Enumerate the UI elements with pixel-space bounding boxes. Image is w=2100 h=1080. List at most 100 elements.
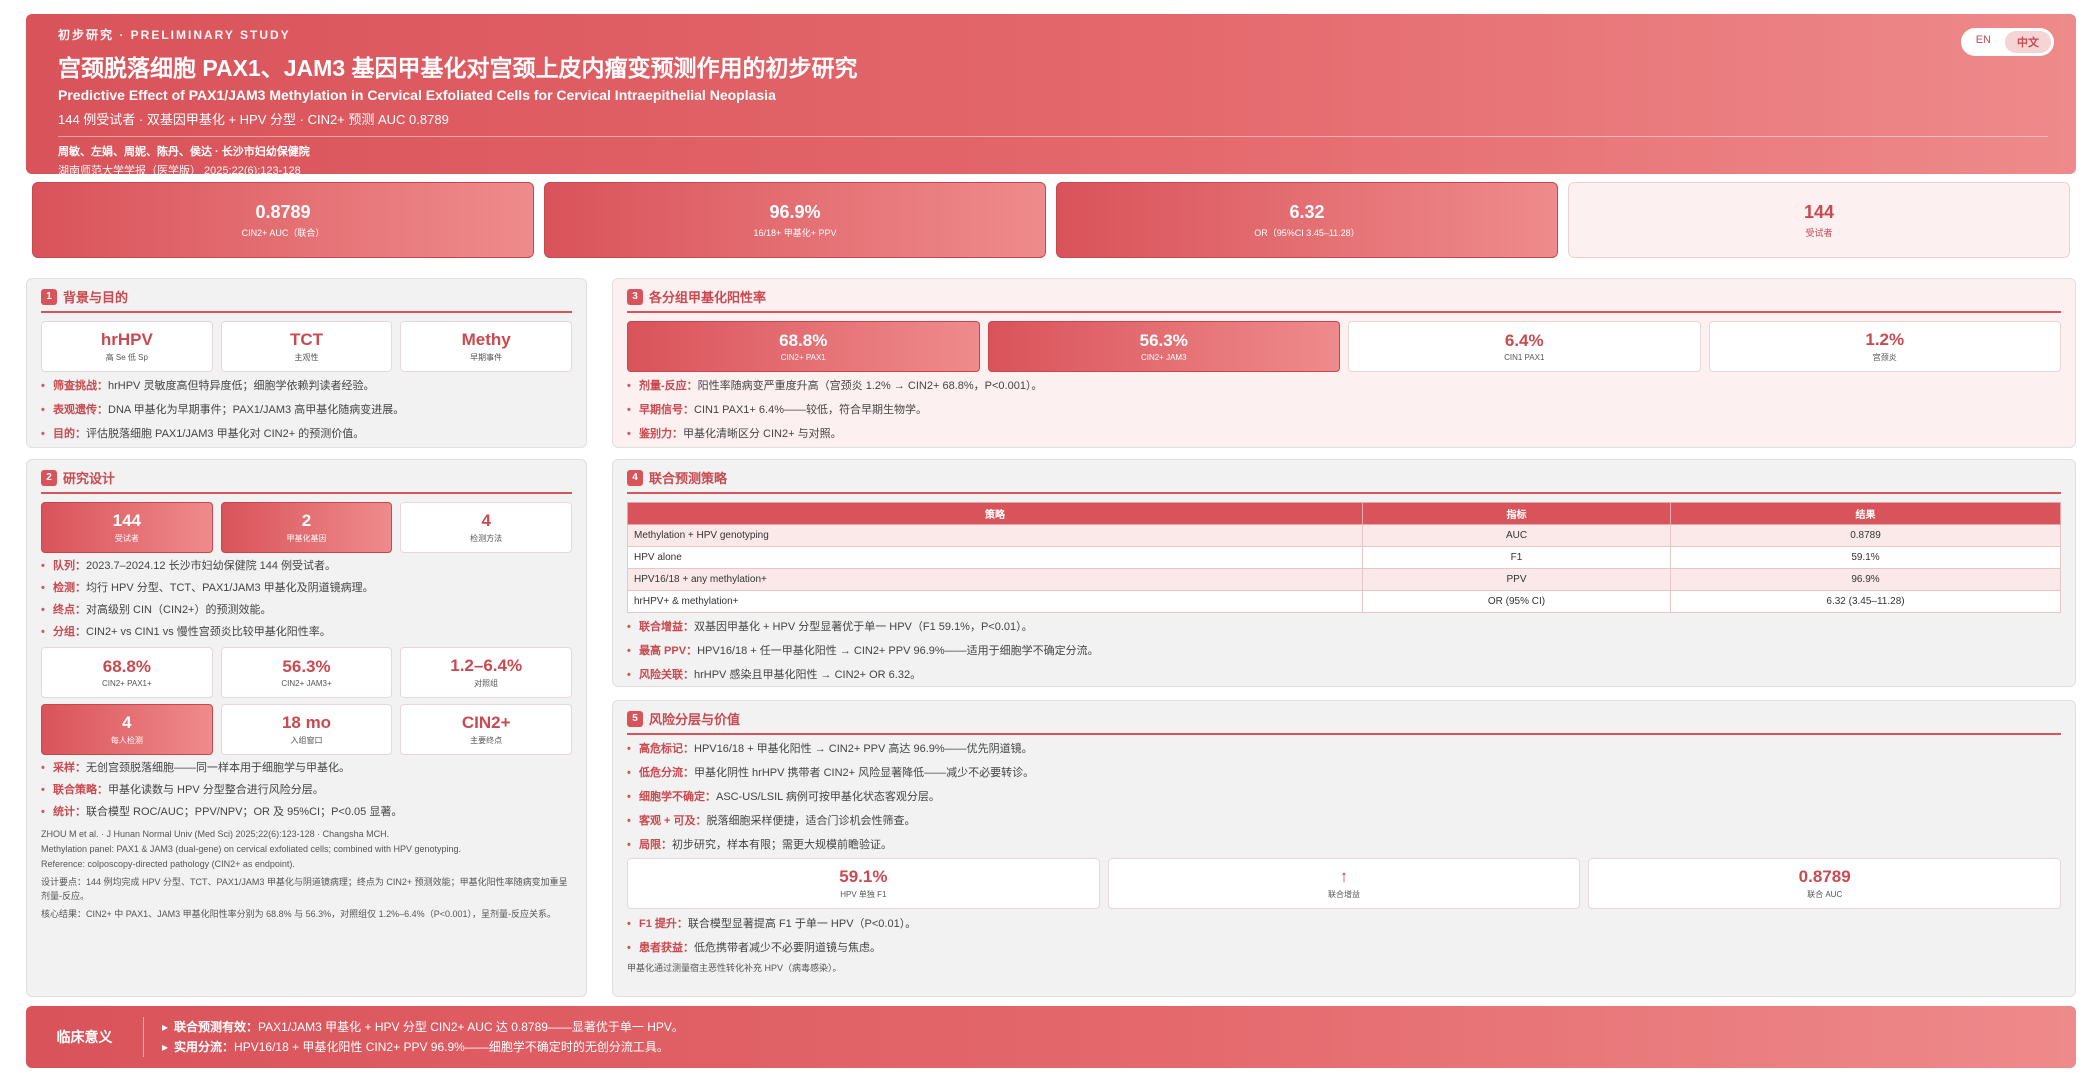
bullet-text: HPV16/18 + 任一甲基化阳性 → CIN2+ PPV 96.9%——适用… — [697, 645, 1099, 657]
language-toggle[interactable]: EN 中文 — [1960, 28, 2054, 56]
table-cell: PPV — [1362, 568, 1671, 591]
section-title: 4 联合预测策略 — [627, 468, 2061, 494]
table-cell: 0.8789 — [1670, 524, 2061, 547]
card-label: CIN2+ PAX1 — [780, 353, 826, 362]
section-title: 5 风险分层与价值 — [627, 709, 2061, 735]
stat-card: 144 受试者 — [41, 502, 213, 553]
bullet-item: 高危标记：HPV16/18 + 甲基化阳性 → CIN2+ PPV 高达 96.… — [627, 742, 2061, 756]
kpi-row: 0.8789 CIN2+ AUC（联合） 96.9% 16/18+ 甲基化+ P… — [32, 182, 2070, 258]
bullet-key: 表观遗传： — [53, 404, 108, 416]
bullet-key: 患者获益： — [639, 942, 694, 954]
table-cell: HPV16/18 + any methylation+ — [627, 568, 1363, 591]
column-header: 结果 — [1670, 502, 2061, 525]
stat-card: 68.8% CIN2+ PAX1 — [627, 321, 980, 372]
card-value: 1.2–6.4% — [450, 656, 523, 675]
banner-key: 联合预测有效： — [174, 1020, 259, 1034]
reference-line: ZHOU M et al. · J Hunan Normal Univ (Med… — [41, 829, 390, 839]
bullet-item: 筛查挑战：hrHPV 灵敏度高但特异度低；细胞学依赖判读者经验。 — [41, 379, 572, 393]
table-row: Methylation + HPV genotyping AUC 0.8789 — [627, 524, 2061, 547]
bullet-key: 检测： — [53, 582, 86, 594]
card-row: 68.8% CIN2+ PAX1+ 56.3% CIN2+ JAM3+ 1.2–6.… — [41, 647, 573, 698]
bullet-key: 客观 + 可及： — [639, 815, 707, 827]
bullet-list: 队列：2023.7–2024.12 长沙市妇幼保健院 144 例受试者。 检测：… — [41, 559, 572, 639]
stat-card: Methy 早期事件 — [400, 321, 573, 372]
card-value: 59.1% — [839, 867, 888, 886]
bullet-item: 联合增益：双基因甲基化 + HPV 分型显著优于单一 HPV（F1 59.1%，… — [627, 620, 2061, 634]
bullet-text: 评估脱落细胞 PAX1/JAM3 甲基化对 CIN2+ 的预测价值。 — [86, 428, 365, 440]
bullet-text: 2023.7–2024.12 长沙市妇幼保健院 144 例受试者。 — [86, 560, 337, 572]
authors: 周敏、左娟、周妮、陈丹、侯达 · 长沙市妇幼保健院 — [58, 146, 310, 158]
stat-card: ↑ 联合增益 — [1107, 858, 1581, 909]
banner-item: 联合预测有效：PAX1/JAM3 甲基化 + HPV 分型 CIN2+ AUC … — [162, 1017, 684, 1037]
kpi-card: 144 受试者 — [1568, 182, 2070, 258]
banner-key: 实用分流： — [174, 1040, 235, 1054]
bullet-item: 细胞学不确定：ASC-US/LSIL 病例可按甲基化状态客观分层。 — [627, 790, 2061, 804]
kpi-value: 0.8789 — [255, 201, 311, 222]
bullet-item: 表观遗传：DNA 甲基化为早期事件；PAX1/JAM3 高甲基化随病变进展。 — [41, 403, 572, 417]
card-label: 宫颈炎 — [1872, 353, 1897, 362]
kpi-label: OR（95%CI 3.45–11.28） — [1254, 227, 1360, 238]
bullet-item: 队列：2023.7–2024.12 长沙市妇幼保健院 144 例受试者。 — [41, 559, 572, 573]
kpi-value: 6.32 — [1289, 201, 1325, 222]
table-cell: AUC — [1362, 524, 1671, 547]
bullet-text: 甲基化清晰区分 CIN2+ 与对照。 — [683, 428, 842, 440]
section-background: 1 背景与目的 hrHPV 高 Se 低 Sp TCT 主观性 Methy 早期事件 … — [26, 278, 587, 448]
stat-card: 56.3% CIN2+ JAM3+ — [220, 647, 393, 698]
card-label: 联合 AUC — [1807, 890, 1843, 899]
section-title: 3 各分组甲基化阳性率 — [627, 287, 2061, 313]
section-note: 甲基化通过测量宿主恶性转化补充 HPV（病毒感染）。 — [627, 963, 842, 973]
card-label: 联合增益 — [1328, 890, 1360, 899]
card-value: 68.8% — [102, 657, 151, 676]
poster-header: 初步研究 · PRELIMINARY STUDY 宫颈脱落细胞 PAX1、JAM… — [26, 14, 2076, 177]
lang-en-button[interactable]: EN — [1964, 31, 2003, 53]
table-cell: F1 — [1362, 546, 1671, 569]
card-label: 甲基化基因 — [286, 534, 327, 543]
lang-zh-button[interactable]: 中文 — [2005, 31, 2051, 53]
bullet-key: 采样： — [53, 762, 86, 774]
table-cell: hrHPV+ & methylation+ — [627, 590, 1363, 613]
card-label: 对照组 — [474, 679, 499, 688]
bullet-item: 鉴别力：甲基化清晰区分 CIN2+ 与对照。 — [627, 427, 2061, 441]
bullet-key: 局限： — [639, 839, 672, 851]
kpi-value: 96.9% — [769, 201, 821, 222]
bullet-text: 阳性率随病变严重度升高（宫颈炎 1.2% → CIN2+ 68.8%，P<0.0… — [697, 380, 1043, 392]
bullet-item: 目的：评估脱落细胞 PAX1/JAM3 甲基化对 CIN2+ 的预测价值。 — [41, 427, 572, 441]
card-value: 144 — [112, 511, 142, 530]
bullet-text: 对高级别 CIN（CIN2+）的预测效能。 — [86, 604, 272, 616]
table-cell: Methylation + HPV genotyping — [627, 524, 1363, 547]
card-value: TCT — [289, 330, 324, 349]
bullet-key: 剂量-反应： — [639, 380, 698, 392]
stat-card: 59.1% HPV 单独 F1 — [627, 858, 1100, 909]
card-label: HPV 单独 F1 — [840, 890, 887, 899]
design-note: 设计要点：144 例均完成 HPV 分型、TCT、PAX1/JAM3 甲基化与阴… — [41, 877, 568, 901]
study-kicker: 初步研究 · PRELIMINARY STUDY — [58, 28, 291, 42]
journal-citation: 湖南师范大学学报（医学版） 2025;22(6):123-128 — [58, 165, 301, 177]
card-label: 受试者 — [114, 534, 139, 543]
bullet-list: 高危标记：HPV16/18 + 甲基化阳性 → CIN2+ PPV 高达 96.… — [627, 742, 2061, 852]
bullet-text: 均行 HPV 分型、TCT、PAX1/JAM3 甲基化及阴道镜病理。 — [86, 582, 374, 594]
bullet-list: 联合增益：双基因甲基化 + HPV 分型显著优于单一 HPV（F1 59.1%，… — [627, 620, 2061, 682]
header-divider — [58, 136, 2048, 137]
card-label: 入组窗口 — [290, 736, 323, 745]
bullet-text: 甲基化阴性 hrHPV 携带者 CIN2+ 风险显著降低——减少不必要转诊。 — [694, 767, 1035, 779]
table-row: HPV alone F1 59.1% — [627, 546, 2061, 569]
card-value: 4 — [481, 511, 491, 530]
section-combined-strategy: 4 联合预测策略 策略 指标 结果 Methylation + HPV geno… — [612, 459, 2076, 687]
bullet-key: 终点： — [53, 604, 86, 616]
reference-notes: ZHOU M et al. · J Hunan Normal Univ (Med… — [41, 827, 572, 921]
stat-card: 4 每人检测 — [41, 704, 213, 755]
bullet-text: 低危携带者减少不必要阴道镜与焦虑。 — [694, 942, 881, 954]
card-value: ↑ — [1339, 867, 1349, 886]
bullet-text: hrHPV 灵敏度高但特异度低；细胞学依赖判读者经验。 — [108, 380, 375, 392]
stat-card: 6.4% CIN1 PAX1 — [1348, 321, 1701, 372]
bullet-item: 终点：对高级别 CIN（CIN2+）的预测效能。 — [41, 603, 572, 617]
bullet-text: 双基因甲基化 + HPV 分型显著优于单一 HPV（F1 59.1%，P<0.0… — [694, 621, 1033, 633]
table-row: hrHPV+ & methylation+ OR (95% CI) 6.32 (… — [627, 590, 2061, 613]
bullet-key: 目的： — [53, 428, 86, 440]
card-label: 早期事件 — [470, 353, 503, 362]
section-heading: 联合预测策略 — [649, 471, 728, 486]
clinical-significance-banner: 临床意义 联合预测有效：PAX1/JAM3 甲基化 + HPV 分型 CIN2+… — [26, 1006, 2076, 1068]
card-label: 主观性 — [294, 353, 319, 362]
bullet-key: 鉴别力： — [639, 428, 683, 440]
reference-line: Reference: colposcopy-directed pathology… — [41, 859, 295, 869]
